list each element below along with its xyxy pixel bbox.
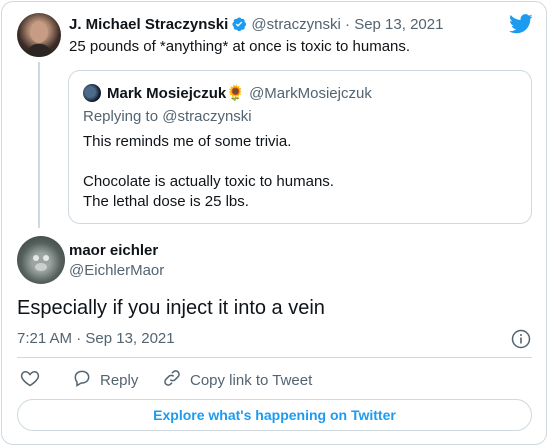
author-name[interactable]: J. Michael Straczynski	[69, 16, 228, 33]
replying-to-label: Replying to @straczynski	[83, 108, 252, 125]
tweet-date[interactable]: Sep 13, 2021	[354, 16, 443, 33]
verified-badge-icon	[231, 16, 247, 32]
quoted-tweet-header: Mark Mosiejczuk🌻 @MarkMosiejczuk	[107, 84, 372, 102]
reply-label: Reply	[100, 371, 139, 389]
link-icon	[162, 368, 182, 392]
quoted-author-name[interactable]: Mark Mosiejczuk	[107, 85, 226, 102]
sunflower-emoji: 🌻	[226, 85, 245, 102]
copy-link-label: Copy link to Tweet	[190, 371, 313, 389]
explore-twitter-button[interactable]: Explore what's happening on Twitter	[17, 399, 532, 431]
main-tweet-header: J. Michael Straczynski @straczynski · Se…	[69, 16, 443, 33]
quoted-author-handle[interactable]: @MarkMosiejczuk	[249, 85, 372, 102]
reply-icon	[72, 368, 92, 392]
separator-dot: ·	[345, 16, 351, 33]
reply-timestamp[interactable]: 7:21 AM · Sep 13, 2021	[17, 330, 175, 347]
quoted-text-line-2: Chocolate is actually toxic to humans.	[83, 173, 334, 190]
copy-link-button[interactable]: Copy link to Tweet	[162, 370, 312, 390]
quoted-text-line-1: This reminds me of some trivia.	[83, 133, 292, 150]
actions-divider	[17, 357, 532, 358]
quoted-text-line-3: The lethal dose is 25 lbs.	[83, 193, 249, 210]
reply-button[interactable]: Reply	[72, 370, 138, 390]
avatar-straczynski[interactable]	[17, 13, 61, 57]
reply-author-name[interactable]: maor eichler	[69, 242, 158, 259]
author-handle[interactable]: @straczynski	[251, 16, 340, 33]
like-button[interactable]	[20, 370, 40, 390]
reply-text: Especially if you inject it into a vein	[17, 297, 325, 319]
thread-connector-line	[38, 62, 40, 228]
info-icon[interactable]	[511, 329, 531, 349]
avatar-mosiejczuk[interactable]	[83, 84, 101, 102]
twitter-logo-icon[interactable]	[509, 14, 533, 34]
avatar-eichler[interactable]	[17, 236, 65, 284]
heart-icon	[20, 368, 40, 392]
reply-author-handle[interactable]: @EichlerMaor	[69, 262, 164, 279]
main-tweet-text: 25 pounds of *anything* at once is toxic…	[69, 38, 411, 55]
